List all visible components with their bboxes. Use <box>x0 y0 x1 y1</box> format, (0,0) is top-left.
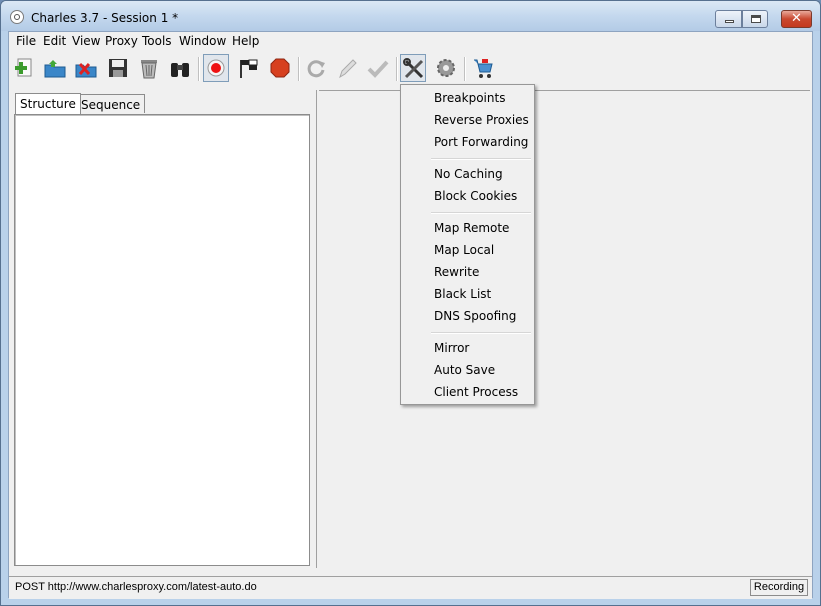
stop-sign-icon <box>270 58 290 78</box>
checkered-flag-icon <box>240 59 258 78</box>
pencil-icon <box>339 59 357 79</box>
clear-session-button[interactable] <box>136 54 162 82</box>
menu-file[interactable]: File <box>16 34 36 48</box>
menu-item-rewrite[interactable]: Rewrite <box>434 265 479 279</box>
toolbar-separator <box>298 57 300 81</box>
menu-item-breakpoints[interactable]: Breakpoints <box>434 91 505 105</box>
toolbar-separator <box>198 57 200 81</box>
menu-edit[interactable]: Edit <box>43 34 66 48</box>
close-button[interactable]: ✕ <box>781 10 812 28</box>
menu-tools[interactable]: Tools <box>142 34 172 48</box>
menu-item-no-caching[interactable]: No Caching <box>434 167 503 181</box>
title-bar[interactable]: Charles 3.7 - Session 1 * ✕ <box>1 1 820 31</box>
toolbar-separator <box>396 57 398 81</box>
tools-button[interactable] <box>400 54 426 82</box>
wrench-screwdriver-icon <box>403 58 424 79</box>
close-icon: ✕ <box>791 11 802 26</box>
minimize-button[interactable] <box>715 10 742 28</box>
toolbar <box>9 51 812 87</box>
tab-sequence[interactable]: Sequence <box>76 94 146 113</box>
recording-status-badge[interactable]: Recording <box>750 579 808 596</box>
menu-item-auto-save[interactable]: Auto Save <box>434 363 495 377</box>
binoculars-icon <box>171 63 189 77</box>
plus-document-icon <box>15 58 32 77</box>
edit-button[interactable] <box>334 54 360 82</box>
menu-separator <box>431 212 531 214</box>
menu-item-map-remote[interactable]: Map Remote <box>434 221 509 235</box>
validate-button[interactable] <box>365 54 391 82</box>
close-session-button[interactable] <box>73 54 99 82</box>
breakpoints-button[interactable] <box>267 54 293 82</box>
menu-item-map-local[interactable]: Map Local <box>434 243 494 257</box>
toolbar-separator <box>464 57 466 81</box>
menu-separator <box>431 332 531 334</box>
app-window: Charles 3.7 - Session 1 * ✕ File Edit Vi… <box>0 0 821 606</box>
menu-bar: File Edit View Proxy Tools Window Help <box>9 32 812 51</box>
throttling-button[interactable] <box>236 54 262 82</box>
status-text: POST http://www.charlesproxy.com/latest-… <box>15 581 257 593</box>
trash-can-icon <box>141 60 157 79</box>
menu-item-black-list[interactable]: Black List <box>434 287 491 301</box>
repeat-button[interactable] <box>303 54 329 82</box>
settings-button[interactable] <box>433 54 459 82</box>
repeat-arrow-icon <box>307 60 325 78</box>
floppy-disk-icon <box>109 59 127 77</box>
menu-view[interactable]: View <box>72 34 100 48</box>
pane-divider <box>319 90 810 91</box>
recording-button[interactable] <box>203 54 229 82</box>
right-pane <box>319 90 810 568</box>
session-tree[interactable] <box>14 114 310 566</box>
maximize-button[interactable] <box>742 10 768 28</box>
menu-separator <box>431 158 531 160</box>
open-session-button[interactable] <box>42 54 68 82</box>
tab-structure[interactable]: Structure <box>15 93 81 114</box>
menu-item-mirror[interactable]: Mirror <box>434 341 469 355</box>
window-title: Charles 3.7 - Session 1 * <box>31 11 179 25</box>
menu-item-block-cookies[interactable]: Block Cookies <box>434 189 517 203</box>
shopping-cart-icon <box>474 59 493 78</box>
find-button[interactable] <box>167 54 193 82</box>
menu-item-dns-spoofing[interactable]: DNS Spoofing <box>434 309 516 323</box>
menu-help[interactable]: Help <box>232 34 259 48</box>
minimize-icon <box>725 20 734 23</box>
checkmark-icon <box>367 60 389 78</box>
shopping-cart-button[interactable] <box>470 54 496 82</box>
menu-window[interactable]: Window <box>179 34 226 48</box>
maximize-icon <box>751 15 761 23</box>
gear-icon <box>437 59 455 77</box>
close-folder-icon <box>75 62 97 78</box>
record-icon <box>207 59 225 77</box>
menu-item-reverse-proxies[interactable]: Reverse Proxies <box>434 113 529 127</box>
tools-dropdown-menu: Breakpoints Reverse Proxies Port Forward… <box>400 84 535 405</box>
menu-item-port-forwarding[interactable]: Port Forwarding <box>434 135 528 149</box>
menu-item-client-process[interactable]: Client Process <box>434 385 518 399</box>
charles-app-icon <box>10 10 24 24</box>
save-session-button[interactable] <box>105 54 131 82</box>
pane-splitter[interactable] <box>316 90 317 568</box>
open-folder-icon <box>44 60 66 78</box>
new-session-button[interactable] <box>11 54 37 82</box>
status-bar: POST http://www.charlesproxy.com/latest-… <box>9 576 812 599</box>
left-pane: Structure Sequence <box>9 90 312 568</box>
menu-proxy[interactable]: Proxy <box>105 34 138 48</box>
